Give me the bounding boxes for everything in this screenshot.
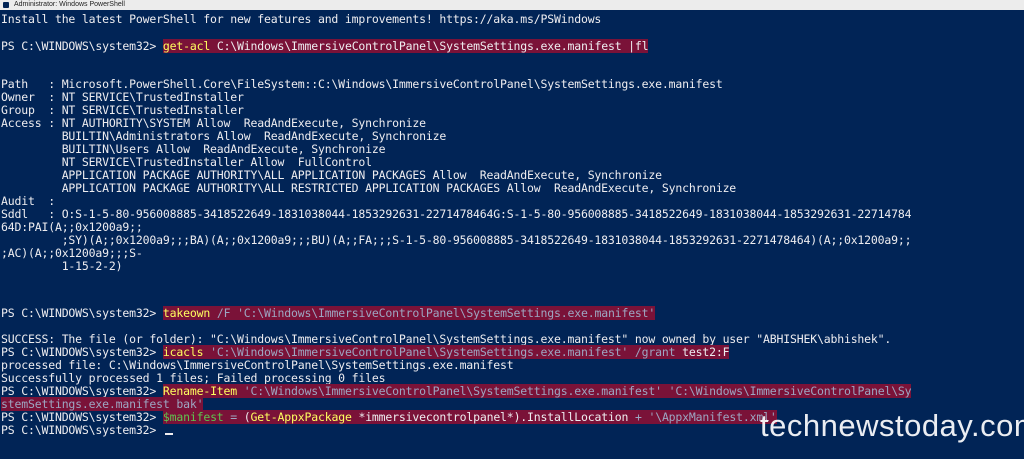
output-line: 1-15-2-2): [1, 259, 123, 273]
cmdlet: takeown: [162, 306, 211, 320]
prompt: PS C:\WINDOWS\system32>: [1, 384, 163, 398]
prompt: PS C:\WINDOWS\system32>: [1, 39, 163, 53]
command-arg: *immersivecontrolpanel*: [351, 410, 514, 424]
prompt: PS C:\WINDOWS\system32>: [1, 410, 163, 424]
prompt: PS C:\WINDOWS\system32>: [1, 306, 163, 320]
command-path: 'C:\Windows\ImmersiveControlPanel\Sy: [661, 384, 912, 398]
command-highlight: $manifest = (Get-AppxPackage *immersivec…: [162, 410, 777, 424]
command-line-get-acl: PS C:\WINDOWS\system32> get-acl C:\Windo…: [1, 39, 649, 53]
cmdlet: get-acl: [162, 39, 211, 53]
command-highlight: Rename-Item 'C:\Windows\ImmersiveControl…: [162, 384, 912, 398]
command-variable: $manifest: [162, 410, 224, 424]
command-arg: test2:F: [675, 345, 730, 359]
cmdlet: icacls: [162, 345, 204, 359]
command-param: /F: [210, 306, 238, 320]
command-path: stemSettings.exe.manifest_bak': [1, 397, 204, 411]
command-path: 'C:\Windows\ImmersiveControlPanel\System…: [203, 345, 629, 359]
watermark-logo: technewstoday.com: [760, 408, 1024, 443]
command-highlight: icacls 'C:\Windows\ImmersiveControlPanel…: [162, 345, 730, 359]
window-titlebar: Administrator: Windows PowerShell: [0, 0, 1024, 10]
command-operator: +: [628, 410, 649, 424]
command-path: 'C:\Windows\ImmersiveControlPanel\System…: [237, 384, 662, 398]
window-title: Administrator: Windows PowerShell: [14, 1, 125, 8]
command-highlight: takeown /F 'C:\Windows\ImmersiveControlP…: [162, 306, 656, 320]
command-args: C:\Windows\ImmersiveControlPanel\SystemS…: [210, 39, 649, 53]
prompt: PS C:\WINDOWS\system32>: [1, 423, 163, 437]
command-expr: ).InstallLocation: [513, 410, 629, 424]
command-operator: =: [223, 410, 244, 424]
command-highlight: get-acl C:\Windows\ImmersiveControlPanel…: [162, 39, 649, 53]
output-line: APPLICATION PACKAGE AUTHORITY\ALL RESTRI…: [1, 181, 737, 195]
command-highlight: stemSettings.exe.manifest_bak': [1, 397, 203, 411]
command-string: '\AppxManifest.xml': [648, 410, 777, 424]
command-path: 'C:\Windows\ImmersiveControlPanel\System…: [237, 306, 656, 320]
console-area[interactable]: Install the latest PowerShell for new fe…: [0, 10, 1024, 459]
prompt: PS C:\WINDOWS\system32>: [1, 345, 163, 359]
text-cursor: [164, 433, 173, 435]
cmdlet: Get-AppxPackage: [250, 410, 352, 424]
command-line-takeown: PS C:\WINDOWS\system32> takeown /F 'C:\W…: [1, 306, 656, 320]
powershell-icon: [3, 2, 9, 8]
command-param: /grant: [628, 345, 676, 359]
current-prompt-line[interactable]: PS C:\WINDOWS\system32>: [1, 424, 173, 437]
command-expr: (: [243, 410, 251, 424]
banner-line: Install the latest PowerShell for new fe…: [1, 12, 602, 26]
cmdlet: Rename-Item: [162, 384, 238, 398]
